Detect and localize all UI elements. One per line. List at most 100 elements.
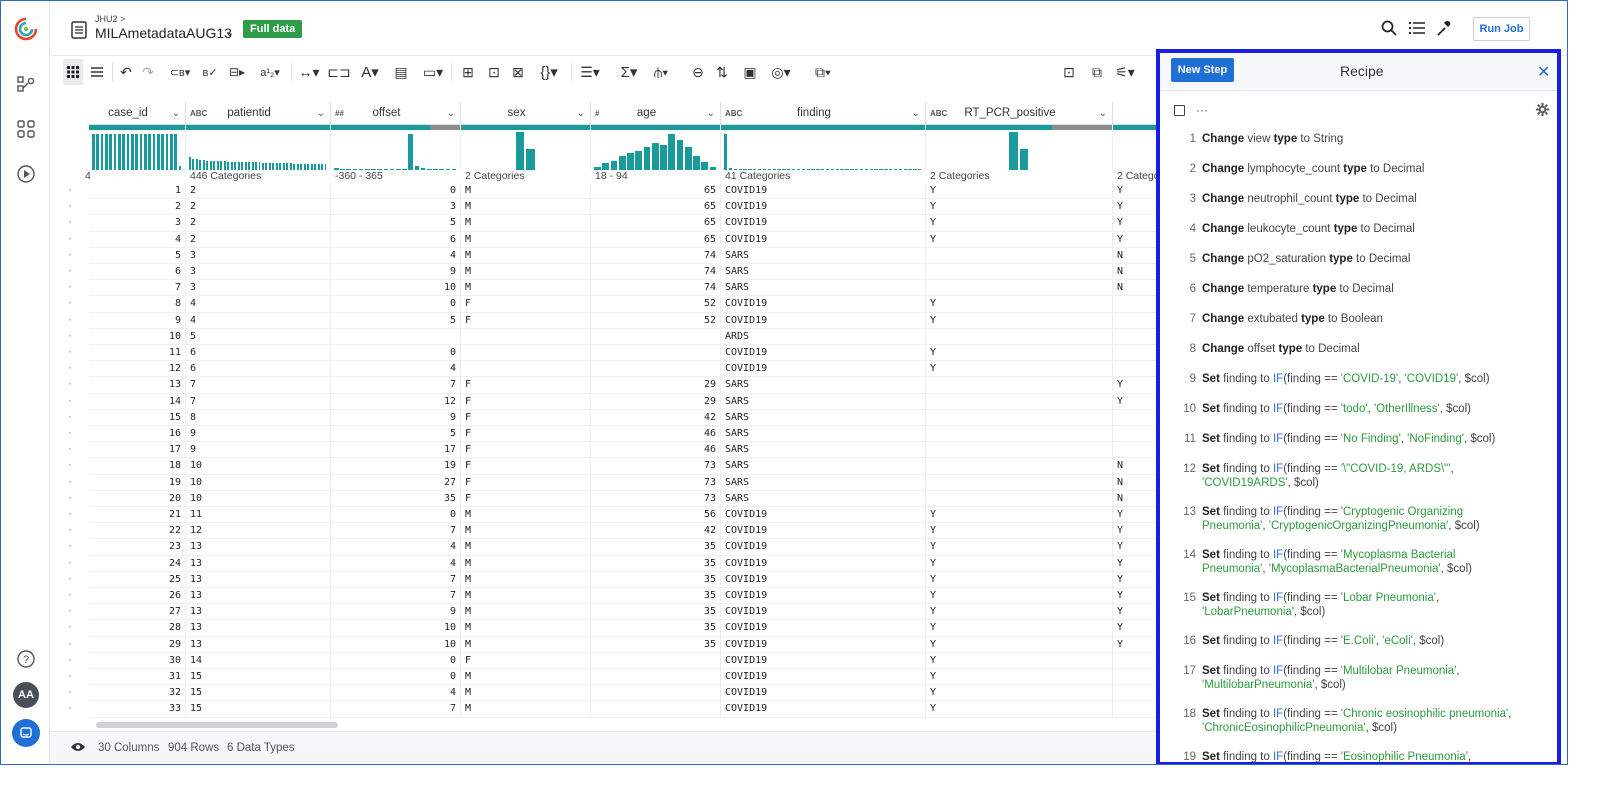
- table-cell[interactable]: 19: [89, 474, 186, 491]
- table-cell[interactable]: 7: [331, 588, 461, 605]
- table-cell[interactable]: COVID19: [721, 539, 926, 556]
- table-cell[interactable]: 0: [331, 669, 461, 686]
- histogram-bar[interactable]: [230, 161, 233, 170]
- table-cell[interactable]: 4: [89, 231, 186, 248]
- table-cell[interactable]: 5: [331, 312, 461, 329]
- table-cell[interactable]: COVID19: [721, 571, 926, 588]
- table-cell[interactable]: F: [461, 652, 591, 669]
- histogram-bar[interactable]: [255, 162, 257, 170]
- histogram-bar[interactable]: [195, 159, 198, 170]
- table-cell[interactable]: SARS: [721, 409, 926, 426]
- table-cell[interactable]: 25: [89, 571, 186, 588]
- table-cell[interactable]: 13: [186, 539, 331, 556]
- table-cell[interactable]: 7: [186, 393, 331, 410]
- aggregate-icon[interactable]: Σ▾: [617, 59, 641, 85]
- table-row[interactable]: · 33 15 7 M COVID19 Y: [51, 701, 1156, 718]
- chevron-down-icon[interactable]: ⌄: [707, 108, 715, 119]
- table-cell[interactable]: 9: [186, 442, 331, 459]
- table-cell[interactable]: COVID19: [721, 507, 926, 524]
- table-cell[interactable]: COVID19: [721, 669, 926, 686]
- table-cell[interactable]: 22: [89, 523, 186, 540]
- table-cell[interactable]: [1113, 361, 1156, 378]
- table-cell[interactable]: [1113, 426, 1156, 443]
- chevron-down-icon[interactable]: ⌄: [577, 108, 585, 119]
- table-cell[interactable]: 3: [186, 247, 331, 264]
- table-cell[interactable]: [1113, 701, 1156, 718]
- table-cell[interactable]: F: [461, 458, 591, 475]
- table-cell[interactable]: Y: [926, 361, 1113, 378]
- table-cell[interactable]: 74: [591, 247, 721, 264]
- table-cell[interactable]: 9: [331, 264, 461, 281]
- table-row[interactable]: · 1 2 0 M 65 COVID19 Y Y: [51, 183, 1156, 200]
- rename-icon[interactable]: a¹₂▾: [257, 59, 283, 85]
- table-cell[interactable]: [926, 474, 1113, 491]
- histogram-bar[interactable]: [268, 162, 271, 170]
- table-cell[interactable]: N: [1113, 475, 1156, 491]
- table-cell[interactable]: Y: [1113, 620, 1156, 637]
- table-cell[interactable]: 27: [331, 474, 461, 491]
- histogram-bar[interactable]: [676, 140, 684, 170]
- merge-icon[interactable]: ⊏⊐: [327, 59, 350, 85]
- table-cell[interactable]: 46: [591, 426, 721, 443]
- table-cell[interactable]: [926, 328, 1113, 345]
- table-cell[interactable]: [591, 345, 721, 362]
- table-cell[interactable]: 2: [89, 199, 186, 216]
- change-type-icon[interactable]: ⊂ʙ▾: [167, 59, 193, 85]
- columns-icon[interactable]: ⊡: [1059, 59, 1079, 85]
- table-row[interactable]: · 14 7 12 F 29 SARS Y: [51, 393, 1156, 410]
- table-cell[interactable]: Y: [926, 588, 1113, 605]
- table-cell[interactable]: 32: [89, 685, 186, 702]
- table-cell[interactable]: N: [1113, 280, 1156, 297]
- table-cell[interactable]: M: [461, 669, 591, 686]
- column-header-RT_PCR_positive[interactable]: ABC RT_PCR_positive ⌄: [926, 102, 1113, 125]
- table-cell[interactable]: 15: [186, 685, 331, 702]
- table-cell[interactable]: COVID19: [721, 231, 926, 248]
- table-cell[interactable]: 27: [89, 604, 186, 621]
- dataset-title[interactable]: MILAmetadataAUG13: [95, 25, 232, 41]
- histogram-bar[interactable]: [209, 160, 212, 170]
- table-cell[interactable]: 6: [331, 231, 461, 248]
- table-cell[interactable]: SARS: [721, 264, 926, 281]
- table-cell[interactable]: [926, 442, 1113, 459]
- histogram-bar[interactable]: [213, 160, 216, 170]
- table-cell[interactable]: Y: [926, 296, 1113, 313]
- table-cell[interactable]: 0: [331, 296, 461, 313]
- table-row[interactable]: · 9 4 5 F 52 COVID19 Y: [51, 312, 1156, 329]
- table-cell[interactable]: Y: [926, 345, 1113, 362]
- histogram-bar[interactable]: [701, 161, 709, 170]
- table-cell[interactable]: F: [461, 442, 591, 459]
- run-job-button[interactable]: Run Job: [1473, 17, 1530, 41]
- table-cell[interactable]: 13: [186, 571, 331, 588]
- histogram-bar[interactable]: [602, 163, 610, 170]
- table-cell[interactable]: 5: [89, 247, 186, 264]
- histogram-bar[interactable]: [618, 155, 626, 170]
- histogram-bar[interactable]: [258, 162, 261, 170]
- histogram-bar[interactable]: [265, 162, 268, 170]
- histogram-bar[interactable]: [610, 160, 618, 170]
- table-cell[interactable]: Y: [1113, 183, 1156, 200]
- table-cell[interactable]: 0: [331, 507, 461, 524]
- column-header-age[interactable]: # age ⌄: [591, 102, 721, 125]
- table-cell[interactable]: 33: [89, 701, 186, 718]
- table-cell[interactable]: 74: [591, 264, 721, 281]
- undo-icon[interactable]: ↶: [117, 59, 135, 85]
- column-header-patientid[interactable]: ABC patientid ⌄: [186, 102, 331, 125]
- table-cell[interactable]: 9: [331, 409, 461, 426]
- histogram-bar[interactable]: [515, 132, 525, 170]
- table-cell[interactable]: 5: [331, 215, 461, 232]
- table-cell[interactable]: Y: [926, 636, 1113, 653]
- table-cell[interactable]: 56: [591, 507, 721, 524]
- library-icon[interactable]: [13, 116, 39, 142]
- table-cell[interactable]: M: [461, 555, 591, 572]
- histogram-bar[interactable]: [275, 163, 278, 170]
- table-cell[interactable]: [591, 328, 721, 345]
- table-cell[interactable]: 19: [331, 458, 461, 475]
- join-icon[interactable]: ⊖: [687, 59, 709, 85]
- list-view-icon[interactable]: [87, 59, 107, 85]
- table-cell[interactable]: Y: [1113, 232, 1156, 248]
- table-cell[interactable]: 11: [89, 345, 186, 362]
- histogram-bar[interactable]: [100, 133, 104, 170]
- table-cell[interactable]: 4: [186, 312, 331, 329]
- table-cell[interactable]: COVID19: [721, 604, 926, 621]
- histogram-bar[interactable]: [202, 160, 205, 170]
